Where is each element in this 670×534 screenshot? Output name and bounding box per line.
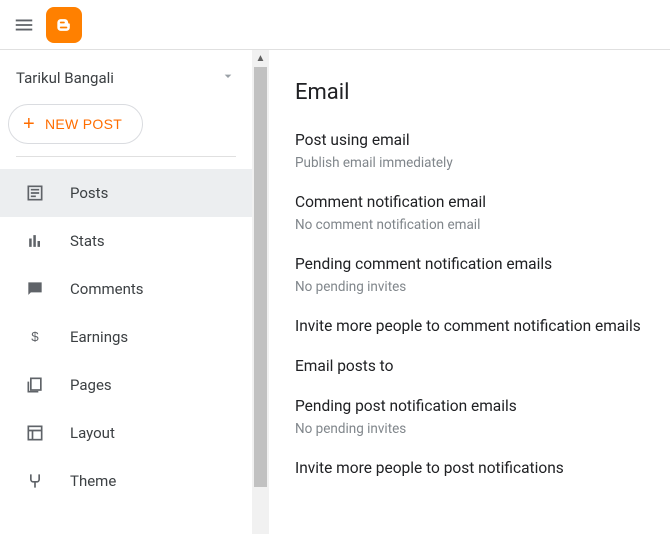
scrollbar[interactable]: ▲: [252, 50, 269, 534]
sidebar-item-label: Stats: [70, 232, 105, 250]
setting-subtitle: No pending invites: [295, 421, 670, 437]
setting-title: Comment notification email: [295, 193, 670, 211]
section-heading: Email: [295, 80, 670, 105]
divider: [16, 156, 236, 157]
posts-icon: [24, 182, 46, 204]
sidebar-item-label: Comments: [70, 280, 144, 298]
sidebar-item-label: Theme: [70, 472, 116, 490]
sidebar-item-label: Pages: [70, 376, 112, 394]
scroll-thumb[interactable]: [254, 67, 267, 487]
new-post-button[interactable]: + NEW POST: [8, 104, 143, 144]
plus-icon: +: [23, 114, 35, 134]
setting-title: Email posts to: [295, 357, 670, 375]
sidebar-item-earnings[interactable]: $ Earnings: [0, 313, 252, 361]
setting-title: Invite more people to post notifications: [295, 459, 670, 477]
sidebar: Tarikul Bangali + NEW POST Posts: [0, 50, 252, 534]
earnings-icon: $: [24, 326, 46, 348]
setting-title: Pending comment notification emails: [295, 255, 670, 273]
setting-subtitle: No pending invites: [295, 279, 670, 295]
main-content: Email Post using email Publish email imm…: [269, 50, 670, 534]
sidebar-item-stats[interactable]: Stats: [0, 217, 252, 265]
sidebar-nav: Posts Stats Comments $ Earnings: [0, 169, 252, 505]
setting-comment-notification-email[interactable]: Comment notification email No comment no…: [295, 193, 670, 233]
sidebar-item-label: Posts: [70, 184, 108, 202]
top-bar: [0, 0, 670, 50]
setting-subtitle: No comment notification email: [295, 217, 670, 233]
sidebar-item-comments[interactable]: Comments: [0, 265, 252, 313]
sidebar-item-layout[interactable]: Layout: [0, 409, 252, 457]
chevron-down-icon: [220, 68, 236, 88]
setting-subtitle: Publish email immediately: [295, 155, 670, 171]
setting-email-posts-to[interactable]: Email posts to: [295, 357, 670, 375]
setting-title: Pending post notification emails: [295, 397, 670, 415]
setting-pending-comment-emails[interactable]: Pending comment notification emails No p…: [295, 255, 670, 295]
comments-icon: [24, 278, 46, 300]
setting-pending-post-emails[interactable]: Pending post notification emails No pend…: [295, 397, 670, 437]
blogger-logo[interactable]: [46, 7, 82, 43]
setting-title: Post using email: [295, 131, 670, 149]
sidebar-item-posts[interactable]: Posts: [0, 169, 252, 217]
setting-post-using-email[interactable]: Post using email Publish email immediate…: [295, 131, 670, 171]
sidebar-item-theme[interactable]: Theme: [0, 457, 252, 505]
stats-icon: [24, 230, 46, 252]
menu-icon[interactable]: [12, 13, 36, 37]
setting-title: Invite more people to comment notificati…: [295, 317, 670, 335]
blog-name: Tarikul Bangali: [16, 69, 114, 87]
sidebar-item-pages[interactable]: Pages: [0, 361, 252, 409]
setting-invite-post[interactable]: Invite more people to post notifications: [295, 459, 670, 477]
layout-icon: [24, 422, 46, 444]
new-post-label: NEW POST: [45, 116, 122, 132]
svg-text:$: $: [31, 329, 39, 344]
setting-invite-comment[interactable]: Invite more people to comment notificati…: [295, 317, 670, 335]
scroll-up-icon[interactable]: ▲: [252, 50, 269, 67]
sidebar-item-label: Earnings: [70, 328, 128, 346]
sidebar-item-label: Layout: [70, 424, 115, 442]
pages-icon: [24, 374, 46, 396]
theme-icon: [24, 470, 46, 492]
blog-selector[interactable]: Tarikul Bangali: [0, 50, 252, 104]
